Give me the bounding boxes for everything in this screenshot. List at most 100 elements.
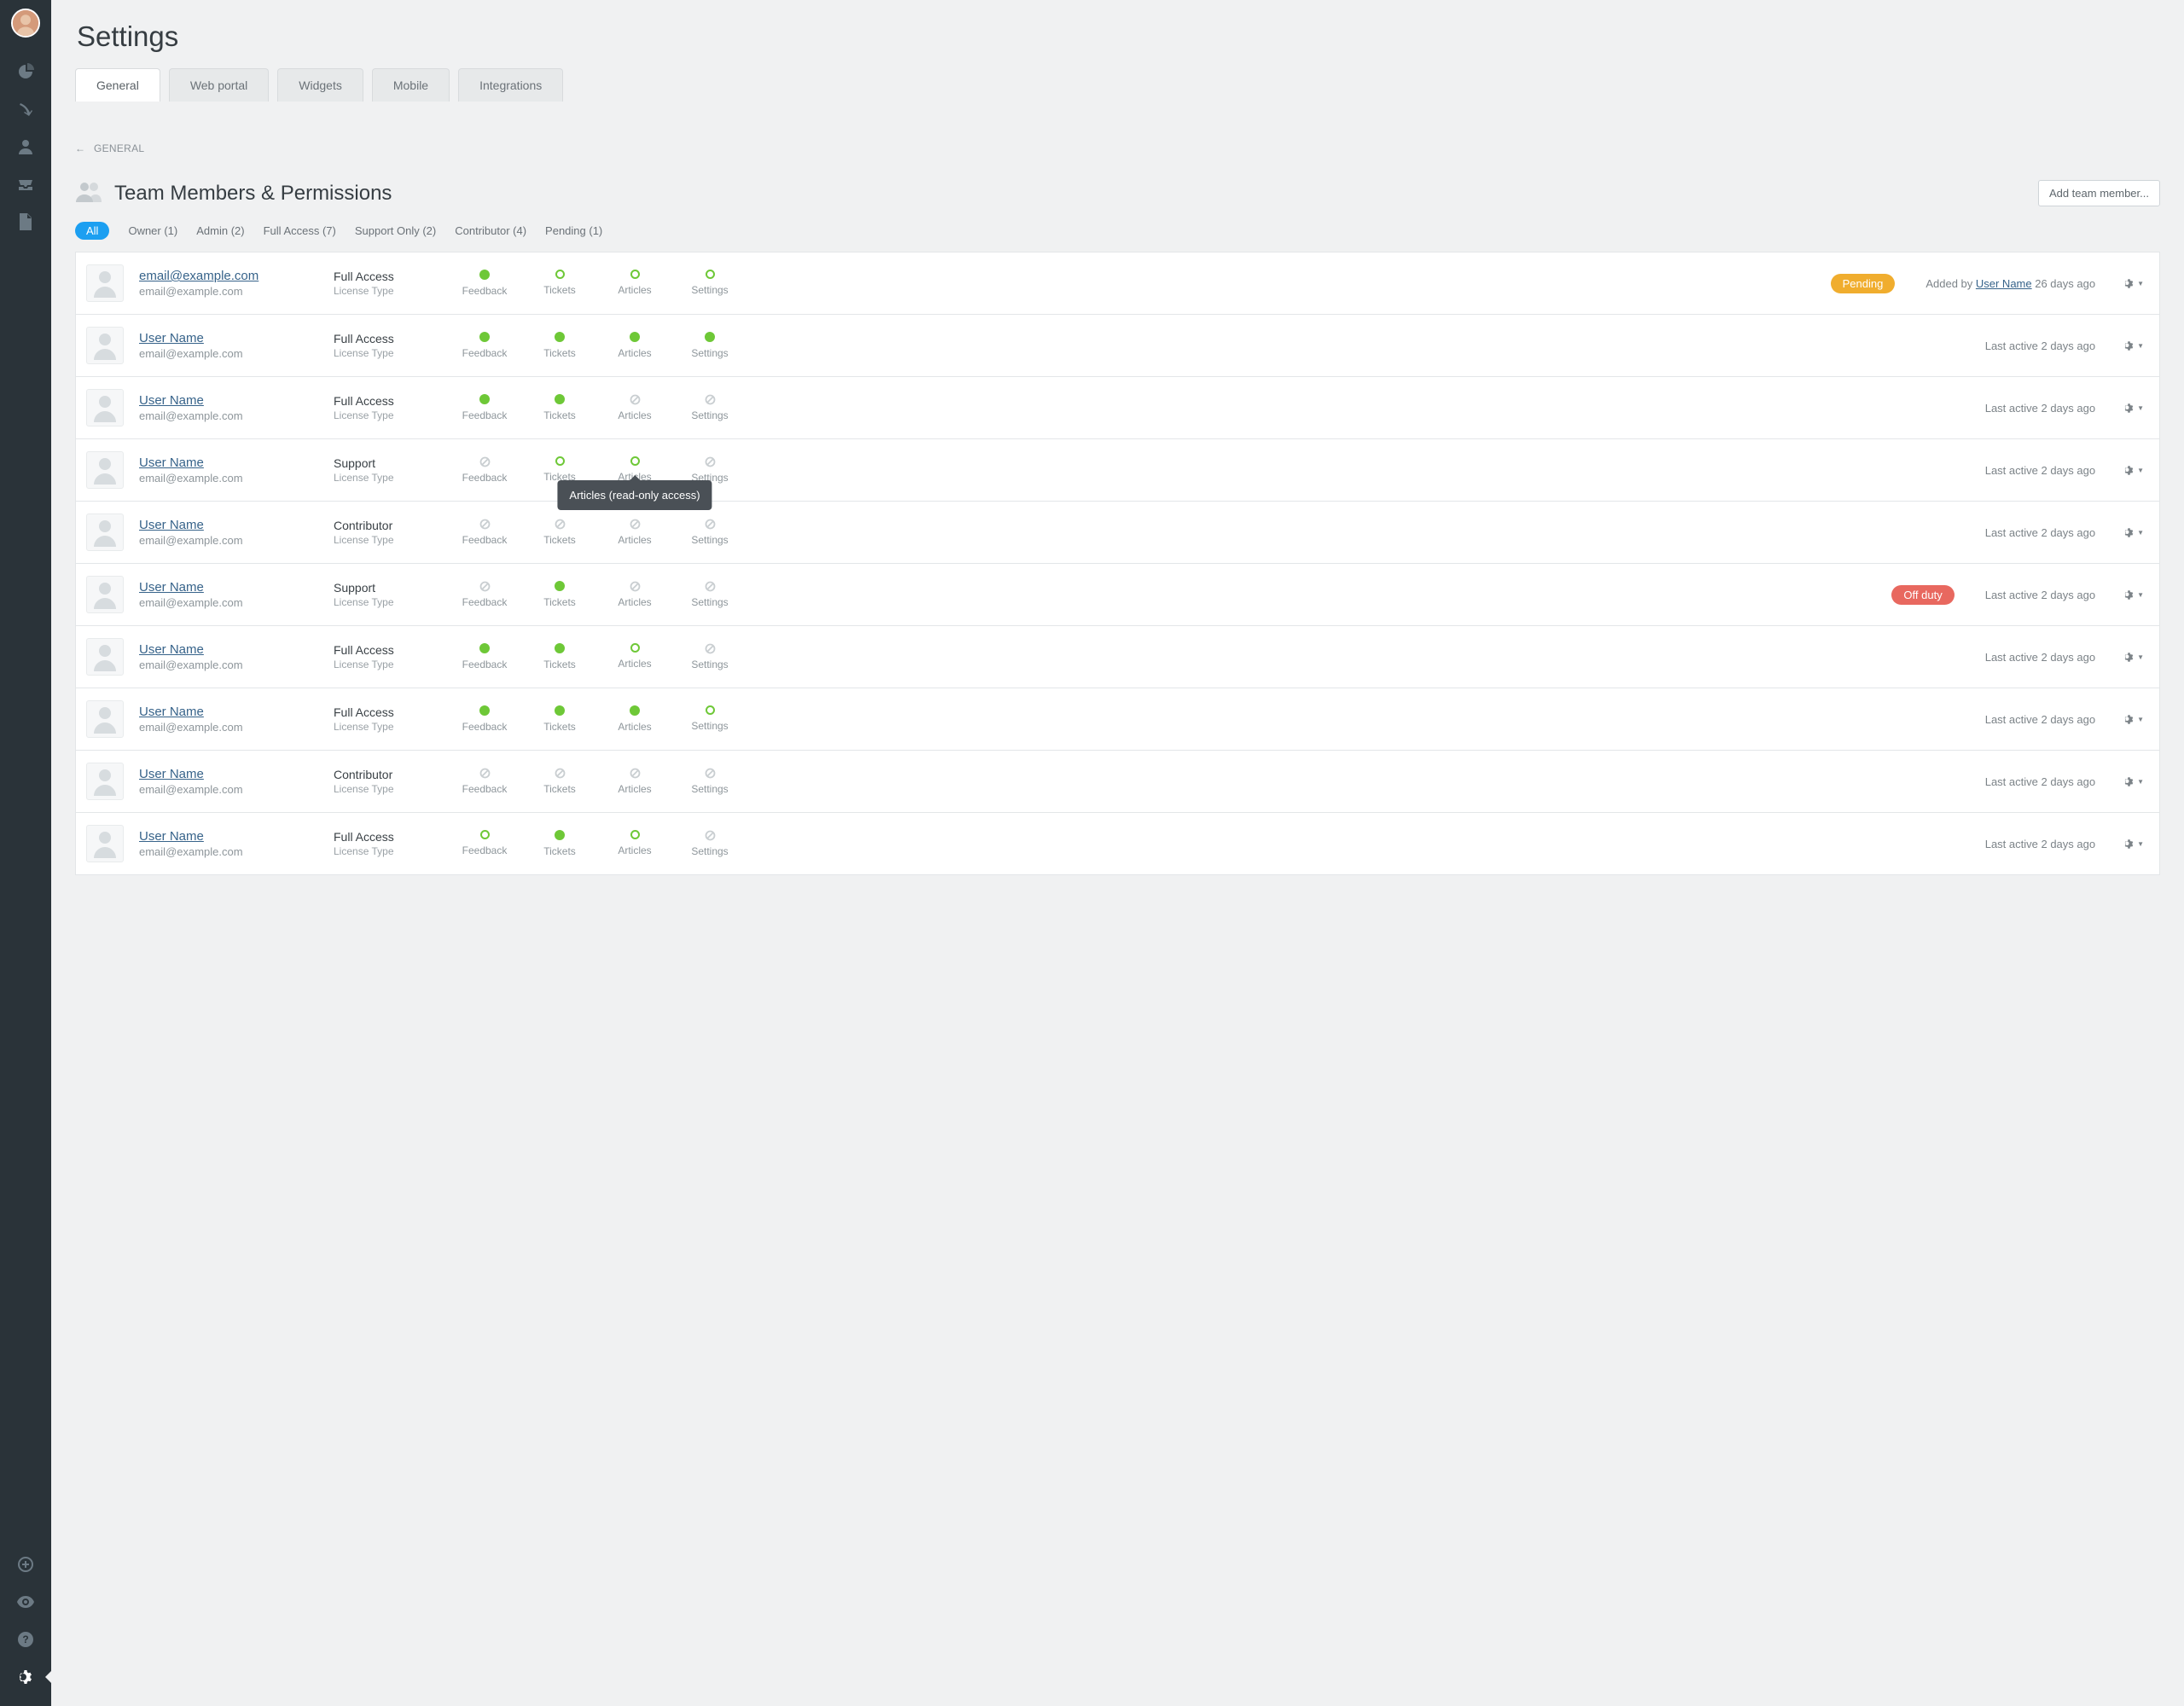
- nav-docs-icon[interactable]: [0, 203, 51, 241]
- filter-contributor[interactable]: Contributor (4): [455, 224, 526, 237]
- nav-help-icon[interactable]: ?: [0, 1621, 51, 1658]
- perm-feedback[interactable]: Feedback: [460, 519, 509, 546]
- member-email: email@example.com: [139, 845, 318, 858]
- member-avatar: [86, 514, 124, 551]
- perm-settings[interactable]: Settings: [685, 332, 735, 359]
- perm-articles[interactable]: Articles: [610, 394, 659, 421]
- perm-tickets[interactable]: Tickets: [535, 643, 584, 670]
- member-name-link[interactable]: User Name: [139, 829, 318, 844]
- perm-settings[interactable]: Settings: [685, 270, 735, 297]
- row-actions-button[interactable]: ▼: [2123, 838, 2144, 850]
- breadcrumb-link[interactable]: GENERAL: [94, 142, 144, 154]
- perm-settings[interactable]: Settings: [685, 643, 735, 670]
- perm-articles[interactable]: ArticlesArticles (read-only access): [610, 456, 659, 484]
- perm-articles[interactable]: Articles: [610, 830, 659, 857]
- permissions: FeedbackTicketsArticlesArticles (read-on…: [460, 456, 735, 484]
- perm-settings[interactable]: Settings: [685, 705, 735, 733]
- table-row: User Nameemail@example.comContributorLic…: [75, 502, 2160, 564]
- filter-pending[interactable]: Pending (1): [545, 224, 602, 237]
- tab-integrations[interactable]: Integrations: [458, 68, 563, 102]
- nav-people-icon[interactable]: [0, 128, 51, 165]
- perm-settings[interactable]: Settings: [685, 519, 735, 546]
- perm-articles[interactable]: Articles: [610, 768, 659, 795]
- perm-settings[interactable]: Settings: [685, 830, 735, 857]
- tab-general[interactable]: General: [75, 68, 160, 102]
- perm-tickets[interactable]: Tickets: [535, 581, 584, 608]
- filter-admin[interactable]: Admin (2): [196, 224, 244, 237]
- perm-articles[interactable]: Articles: [610, 581, 659, 608]
- row-actions-button[interactable]: ▼: [2123, 775, 2144, 788]
- row-actions-button[interactable]: ▼: [2123, 713, 2144, 726]
- perm-feedback[interactable]: Feedback: [460, 394, 509, 421]
- row-actions-button[interactable]: ▼: [2123, 589, 2144, 601]
- tab-web-portal[interactable]: Web portal: [169, 68, 269, 102]
- perm-articles[interactable]: Articles: [610, 519, 659, 546]
- member-name-link[interactable]: User Name: [139, 456, 318, 470]
- tab-mobile[interactable]: Mobile: [372, 68, 450, 102]
- perm-articles[interactable]: Articles: [610, 270, 659, 297]
- perm-tickets[interactable]: Tickets: [535, 768, 584, 795]
- tab-widgets[interactable]: Widgets: [277, 68, 363, 102]
- perm-feedback[interactable]: Feedback: [460, 270, 509, 297]
- filter-all[interactable]: All: [75, 222, 109, 240]
- member-meta: Last active 2 days ago: [1985, 589, 2095, 601]
- perm-feedback[interactable]: Feedback: [460, 768, 509, 795]
- perm-articles[interactable]: Articles: [610, 643, 659, 670]
- table-row: User Nameemail@example.comContributorLic…: [75, 751, 2160, 813]
- perm-articles[interactable]: Articles: [610, 705, 659, 733]
- row-actions-button[interactable]: ▼: [2123, 339, 2144, 352]
- nav-inbox-icon[interactable]: [0, 165, 51, 203]
- member-identity: User Nameemail@example.com: [139, 456, 318, 485]
- perm-feedback[interactable]: Feedback: [460, 705, 509, 733]
- row-actions-button[interactable]: ▼: [2123, 464, 2144, 477]
- nav-settings-icon[interactable]: [0, 1658, 51, 1696]
- perm-tickets[interactable]: Tickets: [535, 394, 584, 421]
- perm-feedback[interactable]: Feedback: [460, 332, 509, 359]
- nav-intelligence-icon[interactable]: [0, 90, 51, 128]
- member-name-link[interactable]: email@example.com: [139, 269, 318, 283]
- row-actions-button[interactable]: ▼: [2123, 651, 2144, 664]
- member-email: email@example.com: [139, 347, 318, 360]
- perm-feedback[interactable]: Feedback: [460, 643, 509, 670]
- add-team-member-button[interactable]: Add team member...: [2038, 180, 2160, 206]
- row-actions-button[interactable]: ▼: [2123, 526, 2144, 539]
- perm-feedback[interactable]: Feedback: [460, 456, 509, 484]
- filter-full[interactable]: Full Access (7): [264, 224, 336, 237]
- avatar[interactable]: [11, 9, 40, 38]
- row-actions-button[interactable]: ▼: [2123, 277, 2144, 290]
- nav-eye-icon[interactable]: [0, 1583, 51, 1621]
- perm-tickets[interactable]: Tickets: [535, 830, 584, 857]
- member-name-link[interactable]: User Name: [139, 580, 318, 595]
- perm-settings[interactable]: Settings: [685, 581, 735, 608]
- page-title: Settings: [75, 0, 2160, 68]
- perm-feedback[interactable]: Feedback: [460, 830, 509, 857]
- permissions: Feedback Tickets Articles Settings: [460, 270, 735, 297]
- perm-settings[interactable]: Settings: [685, 394, 735, 421]
- nav-dashboard-icon[interactable]: [0, 53, 51, 90]
- member-name-link[interactable]: User Name: [139, 518, 318, 532]
- perm-feedback[interactable]: Feedback: [460, 581, 509, 608]
- perm-tickets[interactable]: Tickets: [535, 270, 584, 297]
- member-name-link[interactable]: User Name: [139, 642, 318, 657]
- perm-tickets[interactable]: Tickets: [535, 332, 584, 359]
- member-name-link[interactable]: User Name: [139, 331, 318, 345]
- member-role: Full AccessLicense Type: [334, 643, 444, 670]
- filter-owner[interactable]: Owner (1): [128, 224, 177, 237]
- nav-add-icon[interactable]: [0, 1546, 51, 1583]
- filter-bar: All Owner (1) Admin (2) Full Access (7) Sup…: [75, 222, 2160, 240]
- row-actions-button[interactable]: ▼: [2123, 402, 2144, 415]
- added-by-link[interactable]: User Name: [1976, 277, 2032, 290]
- perm-tickets[interactable]: Tickets: [535, 519, 584, 546]
- perm-articles[interactable]: Articles: [610, 332, 659, 359]
- member-name-link[interactable]: User Name: [139, 705, 318, 719]
- filter-support[interactable]: Support Only (2): [355, 224, 436, 237]
- permissions: Feedback Tickets Articles Settings: [460, 581, 735, 608]
- breadcrumb[interactable]: ← GENERAL: [75, 142, 2160, 154]
- tooltip: Articles (read-only access): [557, 480, 712, 510]
- member-name-link[interactable]: User Name: [139, 767, 318, 781]
- member-identity: User Nameemail@example.com: [139, 767, 318, 796]
- member-name-link[interactable]: User Name: [139, 393, 318, 408]
- perm-tickets[interactable]: Tickets: [535, 705, 584, 733]
- permissions: Feedback Tickets Articles Settings: [460, 394, 735, 421]
- perm-settings[interactable]: Settings: [685, 768, 735, 795]
